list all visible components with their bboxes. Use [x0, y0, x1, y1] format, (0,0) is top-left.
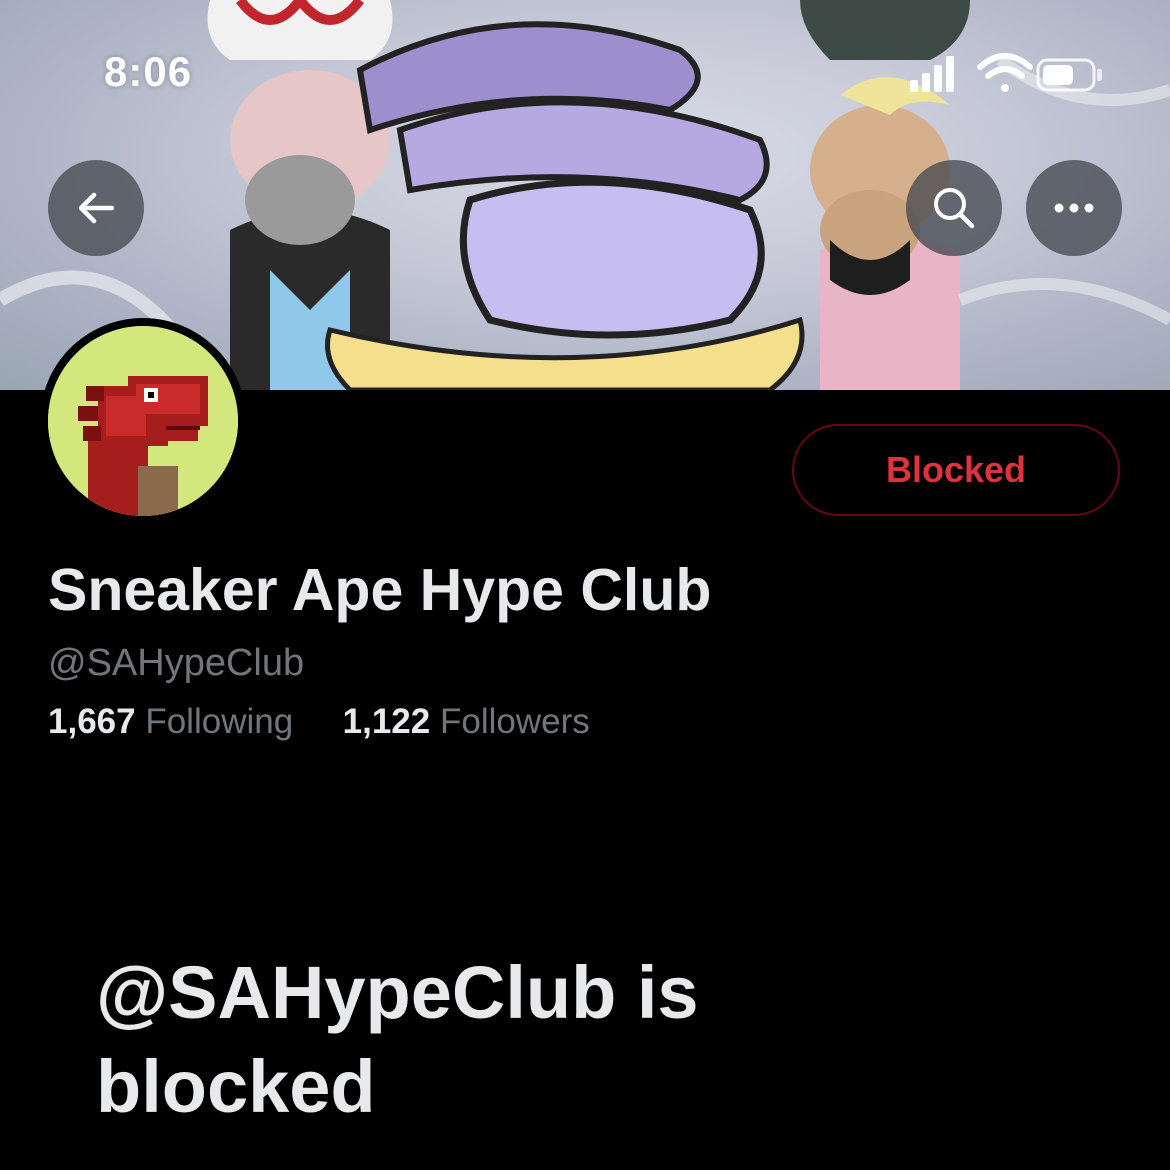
battery-icon: [1036, 58, 1102, 92]
status-time: 8:06: [104, 48, 193, 95]
blocked-button[interactable]: Blocked: [792, 424, 1120, 516]
profile-stats: 1,667 Following 1,122 Followers: [48, 702, 590, 742]
search-button[interactable]: [906, 160, 1002, 256]
status-icons: [910, 52, 1110, 107]
followers-label: Followers: [439, 702, 590, 741]
following-count: 1,667: [48, 702, 136, 741]
blocked-notice-line1: @SAHypeClub is: [96, 951, 699, 1034]
blocked-notice: @SAHypeClub is blocked: [96, 946, 996, 1134]
more-horizontal-icon: [1054, 203, 1094, 213]
avatar-image: [48, 326, 238, 516]
blocked-notice-line2: blocked: [96, 1045, 376, 1128]
following-link[interactable]: 1,667 Following: [48, 702, 303, 741]
wifi-icon: [977, 53, 1033, 92]
profile-avatar[interactable]: [40, 318, 246, 524]
search-icon: [934, 188, 975, 229]
signal-icon: [910, 56, 954, 92]
back-button[interactable]: [48, 160, 144, 256]
following-label: Following: [145, 702, 294, 741]
more-options-button[interactable]: [1026, 160, 1122, 256]
status-bar: 8:06: [0, 0, 1170, 140]
profile-handle: @SAHypeClub: [48, 642, 305, 684]
followers-count: 1,122: [342, 702, 431, 741]
profile-display-name: Sneaker Ape Hype Club: [48, 557, 712, 623]
arrow-left-icon: [78, 192, 115, 224]
followers-link[interactable]: 1,122 Followers: [343, 702, 590, 741]
